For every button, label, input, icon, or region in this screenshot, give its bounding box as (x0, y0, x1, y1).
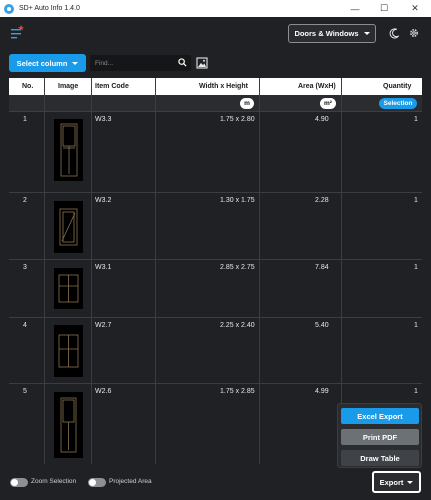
projected-area-toggle[interactable] (88, 478, 106, 487)
search-input[interactable] (90, 59, 172, 67)
column-header-width-height[interactable]: Width x Height (199, 78, 248, 95)
app-icon (4, 3, 14, 14)
table-header: No. Image Item Code Width x Height Area … (9, 78, 422, 95)
table-row[interactable]: 3 W3.1 2.85 x 2.75 7.84 1 (9, 260, 422, 318)
area-value: 5.40 (315, 322, 329, 329)
item-code: W2.7 (95, 322, 112, 329)
width-height-value: 2.85 x 2.75 (220, 264, 255, 271)
zoom-selection-label: Zoom Selection (31, 478, 77, 485)
quantity-value: 1 (414, 197, 418, 204)
chevron-down-icon (72, 61, 79, 65)
item-code: W3.1 (95, 264, 112, 271)
column-header-area[interactable]: Area (WxH) (298, 78, 336, 95)
width-height-value: 1.75 x 2.85 (220, 388, 255, 395)
column-header-item-code[interactable]: Item Code (95, 78, 129, 95)
area-value: 7.84 (315, 264, 329, 271)
item-code: W3.2 (95, 197, 112, 204)
column-header-image[interactable]: Image (58, 78, 78, 95)
width-height-value: 2.25 x 2.40 (220, 322, 255, 329)
window-thumbnail (54, 268, 83, 309)
chevron-down-icon (363, 32, 370, 35)
row-number: 5 (23, 388, 27, 395)
area-value: 4.99 (315, 388, 329, 395)
item-code: W3.3 (95, 116, 112, 123)
gear-icon[interactable] (407, 26, 421, 40)
excel-export-button[interactable]: Excel Export (341, 408, 419, 424)
row-number: 2 (23, 197, 27, 204)
column-header-no[interactable]: No. (22, 78, 33, 95)
quantity-value: 1 (414, 388, 418, 395)
item-code: W2.6 (95, 388, 112, 395)
window-thumbnail (54, 201, 83, 253)
print-pdf-button[interactable]: Print PDF (341, 429, 419, 445)
window-thumbnail (54, 325, 83, 377)
export-label: Export (379, 477, 404, 487)
window-thumbnail (54, 392, 83, 458)
zoom-selection-toggle[interactable] (10, 478, 28, 487)
row-number: 3 (23, 264, 27, 271)
column-header-quantity[interactable]: Quantity (383, 78, 411, 95)
width-height-unit-toggle[interactable]: m (240, 98, 254, 109)
area-value: 4.90 (315, 116, 329, 123)
draw-table-button[interactable]: Draw Table (341, 450, 419, 466)
search-box (90, 55, 191, 71)
table-row[interactable]: 2 W3.2 1.30 x 1.75 2.28 1 (9, 193, 422, 260)
table-row[interactable]: 4 W2.7 2.25 x 2.40 5.40 1 (9, 318, 422, 384)
category-dropdown-label: Doors & Windows (294, 29, 359, 38)
maximize-button[interactable]: ☐ (372, 0, 396, 17)
area-unit-toggle[interactable]: m² (320, 98, 336, 109)
window-thumbnail (54, 119, 83, 181)
export-menu: Excel Export Print PDF Draw Table (337, 403, 422, 468)
quantity-value: 1 (414, 264, 418, 271)
app-logo-icon (11, 25, 24, 39)
table-row[interactable]: 1 W3.3 1.75 x 2.80 4.90 1 (9, 112, 422, 193)
window-title: SD+ Auto Info 1.4.0 (19, 5, 80, 12)
search-icon[interactable] (178, 58, 187, 67)
row-number: 4 (23, 322, 27, 329)
select-column-label: Select column (16, 58, 68, 68)
projected-area-label: Projected Area (109, 478, 152, 485)
area-value: 2.28 (315, 197, 329, 204)
quantity-value: 1 (414, 322, 418, 329)
close-button[interactable]: ✕ (403, 0, 427, 17)
row-number: 1 (23, 116, 27, 123)
category-dropdown[interactable]: Doors & Windows (288, 24, 376, 43)
moon-icon[interactable] (387, 26, 401, 40)
select-column-button[interactable]: Select column (9, 54, 86, 72)
width-height-value: 1.75 x 2.80 (220, 116, 255, 123)
quantity-value: 1 (414, 116, 418, 123)
export-button[interactable]: Export (372, 471, 421, 493)
width-height-value: 1.30 x 1.75 (220, 197, 255, 204)
image-icon[interactable] (196, 57, 208, 69)
window-titlebar: SD+ Auto Info 1.4.0 — ☐ ✕ (0, 0, 431, 17)
app-header: Doors & Windows (0, 17, 431, 50)
minimize-button[interactable]: — (343, 0, 367, 17)
quantity-selection-toggle[interactable]: Selection (379, 98, 417, 109)
chevron-down-icon (407, 480, 414, 484)
table-filter-row: m m² Selection (9, 95, 422, 112)
